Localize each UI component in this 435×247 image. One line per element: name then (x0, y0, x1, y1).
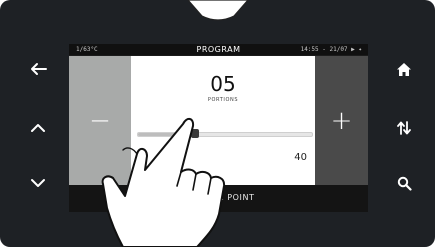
scroll-down-button[interactable] (21, 170, 55, 196)
status-clock: 14:55 - 21/07 ▶ ✦ (300, 46, 362, 53)
top-tab-indicator (187, 0, 249, 21)
arrow-left-icon (31, 63, 47, 75)
increment-button[interactable]: + (315, 56, 368, 185)
sort-arrows-icon (397, 121, 411, 135)
portions-label: PORTIONS (207, 97, 239, 103)
portions-value: 05 (210, 72, 236, 96)
slider-max-value: 40 (294, 152, 307, 163)
chevron-down-icon (31, 179, 45, 187)
device-panel: 1/63°C PROGRAM 14:55 - 21/07 ▶ ✦ − 05 PO… (0, 0, 435, 247)
chevron-up-icon (31, 124, 45, 132)
home-icon (397, 62, 411, 76)
search-button[interactable] (387, 170, 421, 196)
plus-icon: + (330, 105, 353, 136)
hand-pointer-illustration (101, 118, 226, 247)
back-button[interactable] (21, 56, 55, 82)
status-bar: 1/63°C PROGRAM 14:55 - 21/07 ▶ ✦ (69, 44, 368, 55)
home-button[interactable] (387, 56, 421, 82)
sort-button[interactable] (387, 115, 421, 141)
scroll-up-button[interactable] (21, 115, 55, 141)
search-icon (397, 176, 412, 191)
